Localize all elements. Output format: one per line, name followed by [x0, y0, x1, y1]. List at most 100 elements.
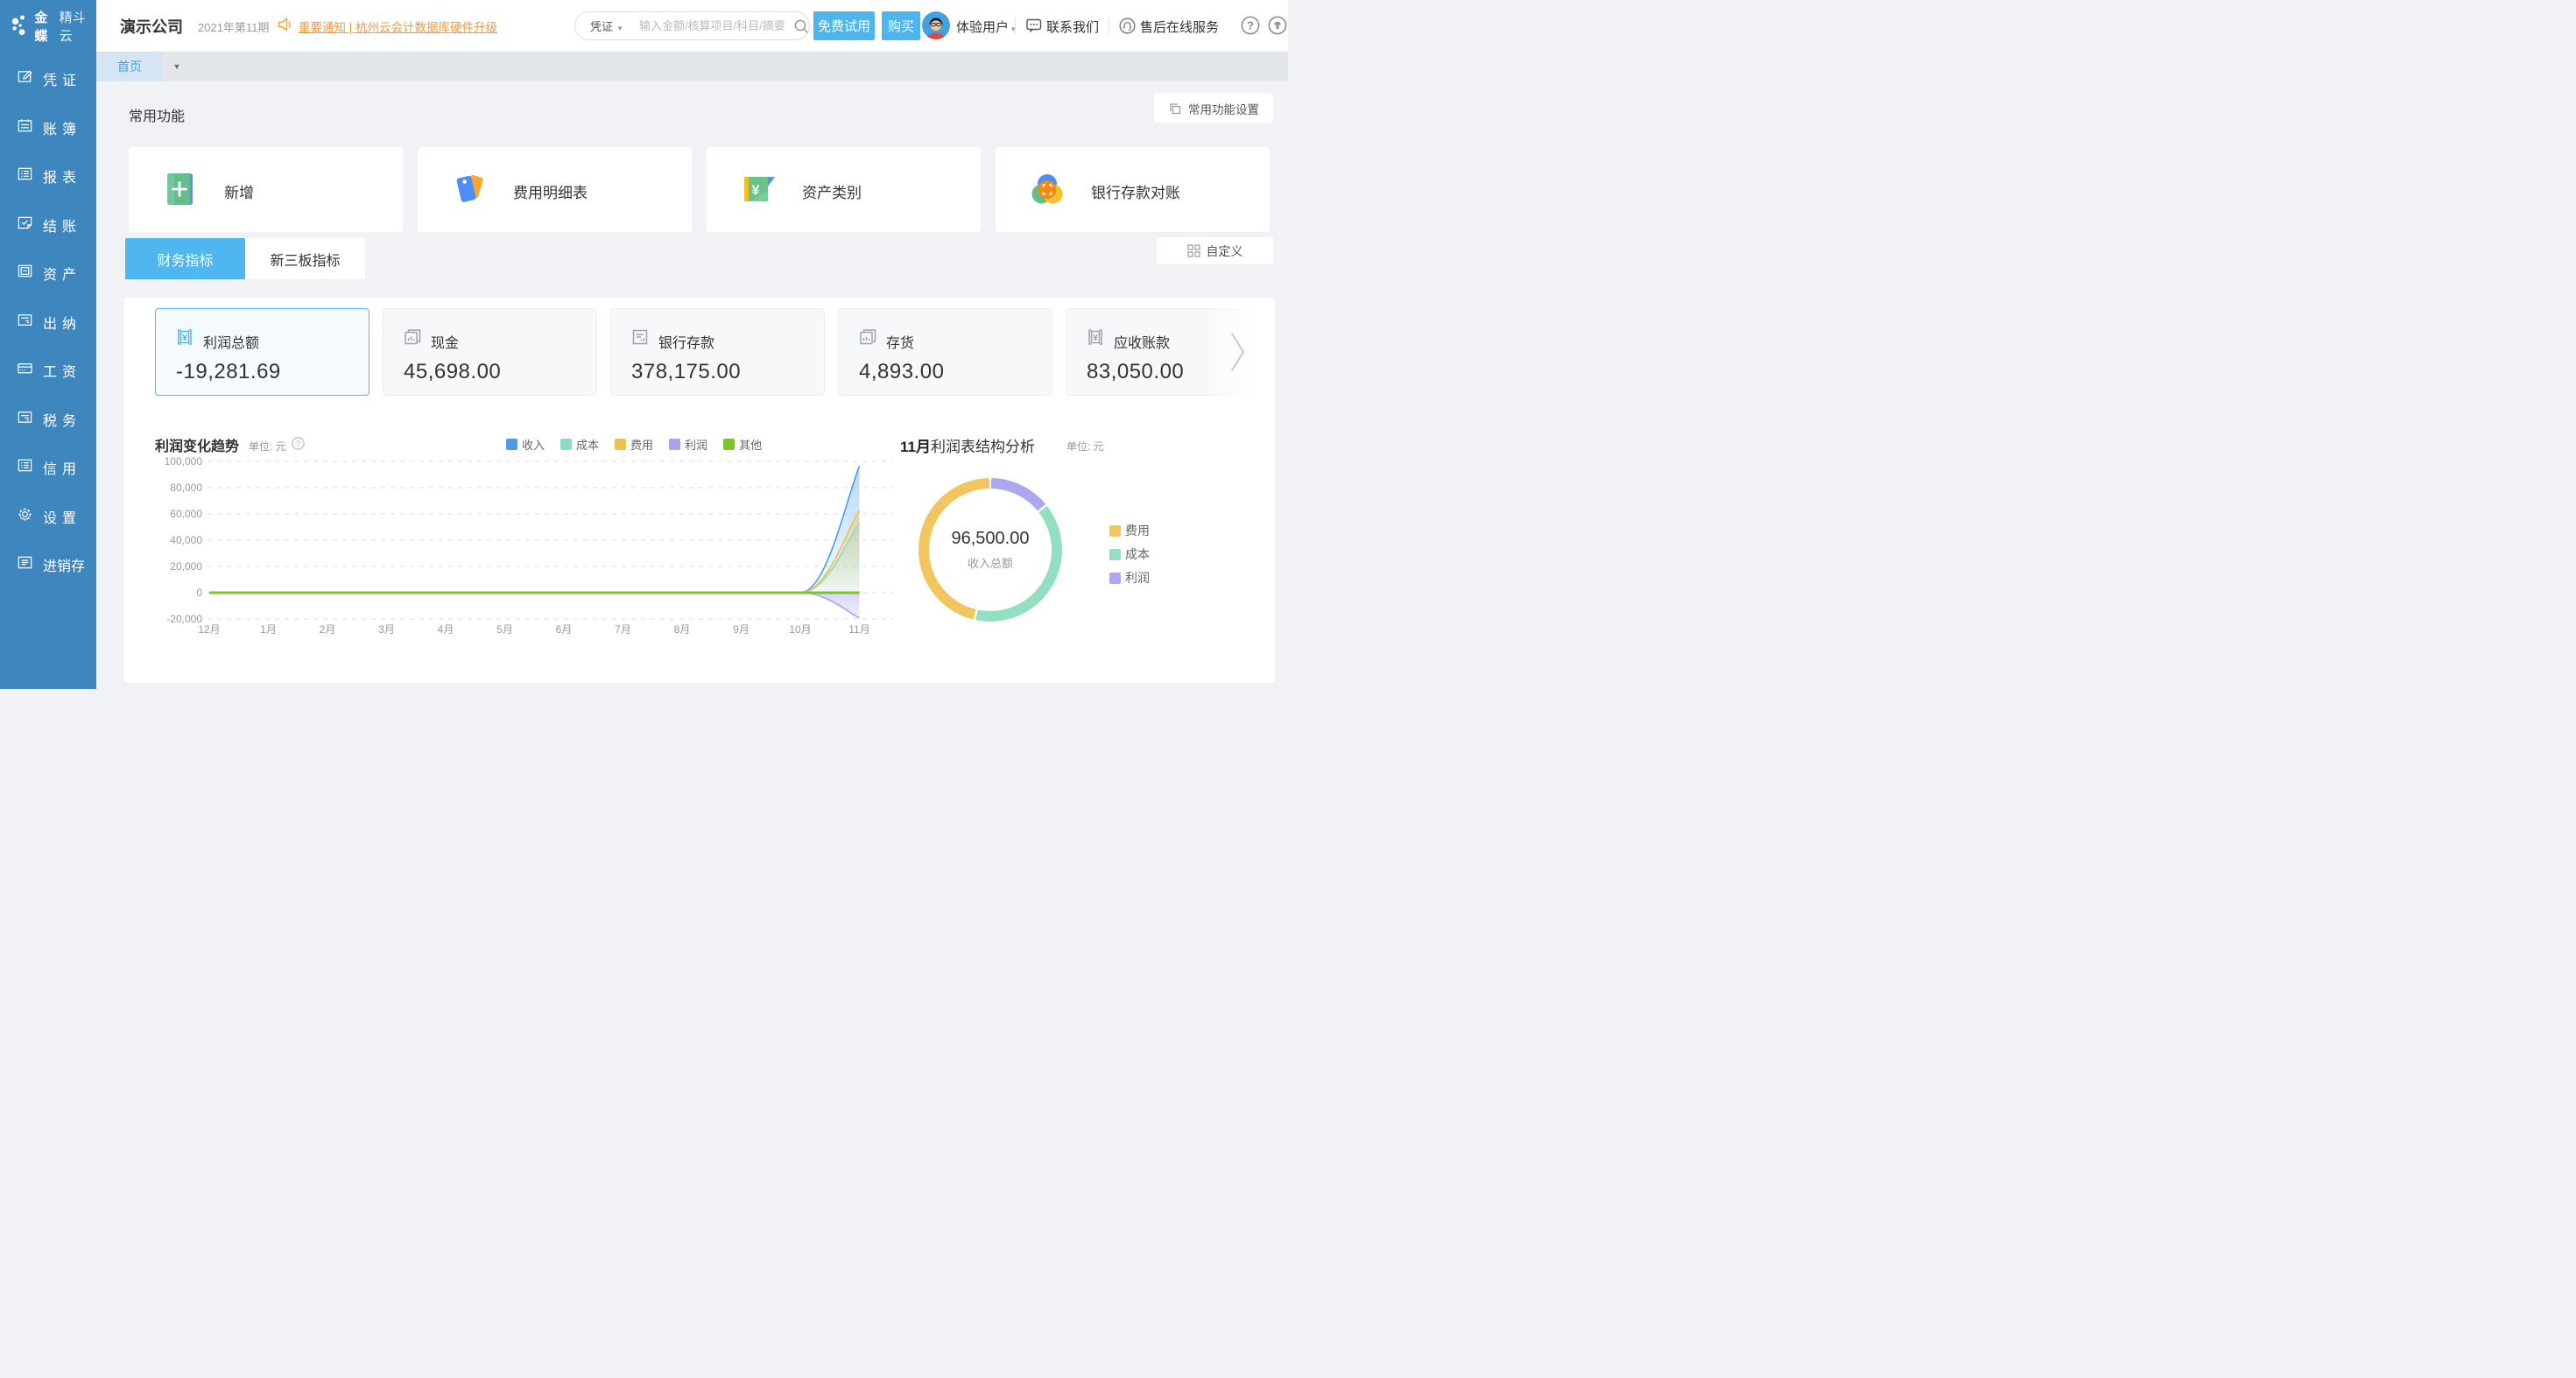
svg-text:12月: 12月 [198, 623, 220, 636]
quick-functions-settings-button[interactable]: 常用功能设置 [1154, 94, 1273, 123]
page-tab-bar: 首页 ▼ [96, 52, 1288, 81]
important-notice-link[interactable]: 重要通知 | 杭州云会计数据库硬件升级 [299, 18, 497, 35]
quick-card-expense-tags[interactable]: 费用明细表 [418, 147, 692, 232]
svg-text:60,000: 60,000 [170, 508, 202, 520]
settings-icon [17, 506, 33, 527]
metric-label: 利润总额 [203, 331, 259, 352]
sidebar-item-closing[interactable]: 结账 [0, 207, 96, 243]
donut-legend-item-利润[interactable]: 利润 [1109, 569, 1150, 587]
svg-text:20,000: 20,000 [170, 560, 202, 573]
sidebar-item-asset[interactable]: 资产 [0, 256, 96, 291]
cashier-icon [17, 312, 33, 333]
profit-trend-chart: 100,00080,00060,00040,00020,0000-20,0001… [124, 451, 912, 652]
metric-card-stock[interactable]: 存货 4,893.00 [838, 308, 1052, 396]
inventory-icon [17, 554, 33, 575]
quick-card-bank-reconciliation[interactable]: 银行存款对账 [996, 147, 1270, 232]
svg-text:?: ? [1247, 20, 1254, 32]
sidebar-item-payroll[interactable]: 工资 [0, 353, 96, 388]
sidebar-item-voucher[interactable]: 凭证 [0, 61, 96, 96]
legend-swatch [1109, 549, 1121, 560]
svg-text:3月: 3月 [378, 623, 395, 636]
svg-text:5月: 5月 [496, 623, 513, 636]
app-logo[interactable]: 金蝶 精斗云 [0, 0, 96, 52]
sidebar-item-label: 账簿 [43, 117, 81, 138]
after-sales-service-icon [1119, 18, 1136, 34]
sidebar-item-label: 资产 [43, 263, 81, 284]
payroll-icon [17, 360, 33, 381]
sidebar-item-label: 凭证 [43, 68, 81, 89]
svg-text:100,000: 100,000 [165, 455, 203, 468]
quick-card-asset-category[interactable]: ¥ 资产类别 [707, 147, 981, 232]
donut-legend-item-成本[interactable]: 成本 [1109, 545, 1150, 563]
svg-text:11月: 11月 [848, 623, 869, 636]
search-icon[interactable] [793, 18, 809, 34]
quick-card-add[interactable]: 新增 [129, 147, 403, 232]
asset-icon [17, 263, 33, 284]
report-icon [17, 165, 33, 186]
credit-icon [17, 457, 33, 478]
svg-text:¥: ¥ [182, 333, 187, 343]
legend-swatch [723, 439, 735, 450]
donut-legend-item-费用[interactable]: 费用 [1109, 522, 1150, 539]
quick-card-label: 费用明细表 [513, 180, 588, 202]
search-category-dropdown[interactable]: 凭证▼ [590, 18, 623, 34]
sidebar-item-credit[interactable]: 信用 [0, 450, 96, 485]
contact-us-link[interactable]: 联系我们 [1046, 18, 1099, 36]
svg-text:¥: ¥ [1093, 333, 1098, 343]
donut-center: 96,500.00 收入总额 [918, 478, 1062, 622]
svg-text:7月: 7月 [615, 623, 631, 636]
theme-skin-icon[interactable] [1268, 16, 1287, 35]
sidebar-item-ledger[interactable]: 账簿 [0, 110, 96, 145]
user-menu[interactable]: 体验用户▾ [956, 18, 1016, 36]
sidebar-item-tax[interactable]: 税务 [0, 402, 96, 437]
metric-label: 现金 [431, 331, 459, 352]
grid-icon [1187, 244, 1200, 257]
sidebar-item-inventory[interactable]: 进销存 [0, 547, 96, 582]
header-divider [1015, 18, 1016, 34]
sidebar-item-cashier[interactable]: 出纳 [0, 305, 96, 340]
tax-icon [17, 409, 33, 430]
metric-label: 存货 [886, 331, 914, 352]
legend-swatch [1109, 525, 1121, 537]
accounting-period: 2021年第11期 [198, 18, 269, 35]
svg-text:10月: 10月 [789, 623, 811, 636]
search-input[interactable] [639, 19, 793, 32]
section-title-quick-functions: 常用功能 [129, 104, 185, 125]
chat-bubble-icon [1026, 18, 1042, 33]
tab-neeq-indicators[interactable]: 新三板指标 [245, 238, 365, 279]
after-sales-service-link[interactable]: 售后在线服务 [1140, 18, 1219, 36]
metric-card-bank[interactable]: 银行存款 378,175.00 [610, 308, 825, 396]
sidebar-item-label: 结账 [43, 214, 81, 236]
svg-text:80,000: 80,000 [170, 482, 202, 494]
user-avatar[interactable] [922, 11, 950, 39]
ledger-icon [17, 117, 33, 138]
buy-button[interactable]: 购买 [882, 11, 920, 40]
legend-swatch [560, 439, 572, 450]
customize-button[interactable]: 自定义 [1157, 237, 1273, 264]
top-header: 演示公司 2021年第11期 重要通知 | 杭州云会计数据库硬件升级 凭证▼ 免… [96, 0, 1288, 52]
sidebar-item-settings[interactable]: 设置 [0, 499, 96, 534]
donut-chart-unit-label: 单位: 元 [1066, 439, 1104, 453]
voucher-icon [17, 68, 33, 89]
metric-carousel-next-icon[interactable] [1231, 333, 1245, 376]
svg-text:?: ? [296, 439, 300, 448]
metric-value: -19,281.69 [176, 360, 281, 384]
free-trial-button[interactable]: 免费试用 [813, 11, 875, 40]
metric-label: 银行存款 [658, 331, 714, 352]
sidebar-item-label: 进销存 [43, 554, 85, 575]
tab-home[interactable]: 首页 [96, 52, 163, 81]
tab-list-dropdown[interactable]: ▼ [165, 52, 189, 81]
metric-value: 45,698.00 [404, 360, 501, 384]
sidebar: 金蝶 精斗云 凭证 账簿 报表 结账 资产 出纳 工资 税务 信用 设置 进销存 [0, 0, 96, 689]
tab-financial-indicators[interactable]: 财务指标 [125, 238, 245, 279]
donut-center-value: 96,500.00 [952, 529, 1030, 549]
sidebar-item-label: 出纳 [43, 312, 81, 333]
help-icon[interactable]: ? [1241, 16, 1260, 35]
sidebar-item-report[interactable]: 报表 [0, 158, 96, 193]
metric-card-cash[interactable]: 现金 45,698.00 [383, 308, 597, 396]
closing-icon [17, 214, 33, 236]
svg-text:2月: 2月 [320, 623, 336, 636]
svg-text:8月: 8月 [674, 623, 691, 636]
metric-value: 83,050.00 [1087, 360, 1184, 384]
metric-card-profit[interactable]: ¥ 利润总额 -19,281.69 [155, 308, 370, 396]
